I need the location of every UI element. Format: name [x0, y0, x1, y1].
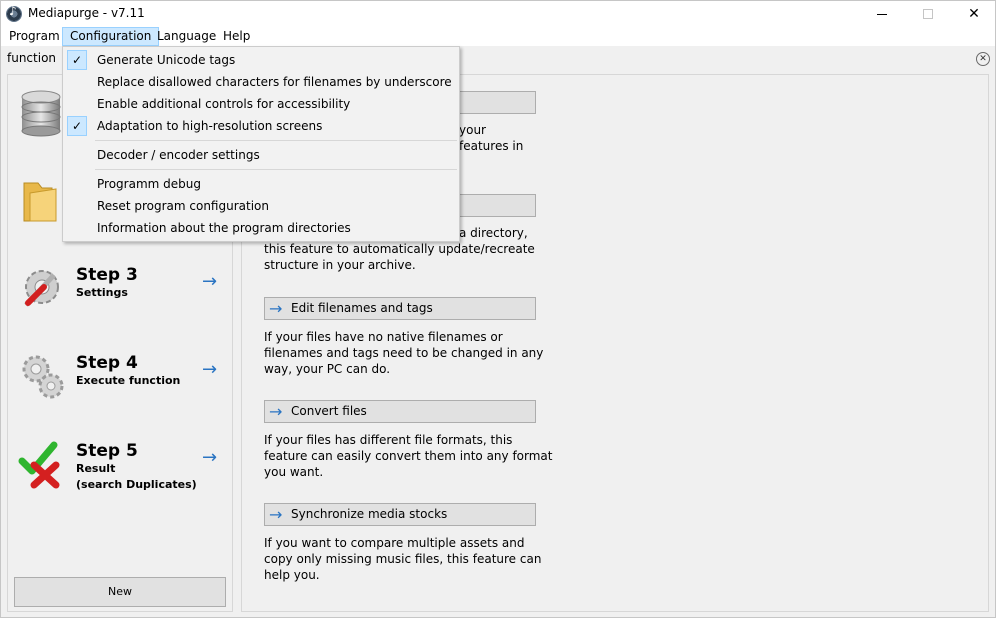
menu-separator — [95, 169, 457, 170]
edit-filenames-desc: If your files have no native filenames o… — [264, 330, 544, 376]
gears-icon — [22, 355, 64, 399]
step-3-title: Step 3 — [76, 265, 138, 285]
menu-enable-accessibility-controls[interactable]: Enable additional controls for accessibi… — [65, 93, 457, 115]
menu-generate-unicode-tags[interactable]: ✓ Generate Unicode tags — [65, 49, 457, 71]
close-icon: ✕ — [968, 6, 980, 22]
configuration-dropdown: ✓ Generate Unicode tags Replace disallow… — [62, 46, 460, 242]
feature-1-desc: your features in — [459, 123, 524, 153]
new-button[interactable]: New — [14, 577, 226, 607]
menu-replace-disallowed-chars[interactable]: Replace disallowed characters for filena… — [65, 71, 457, 93]
feature-2-desc: this feature to automatically update/rec… — [264, 242, 535, 272]
app-icon[interactable] — [6, 4, 22, 22]
menu-decoder-encoder-settings[interactable]: Decoder / encoder settings — [65, 144, 457, 166]
close-button[interactable]: ✕ — [951, 1, 995, 27]
edit-filenames-button[interactable]: → Edit filenames and tags — [264, 297, 536, 320]
step-4-arrow-icon[interactable]: → — [202, 359, 217, 380]
step-5-arrow-icon[interactable]: → — [202, 447, 217, 468]
checkmark-icon: ✓ — [67, 116, 87, 136]
folder-icon — [23, 182, 57, 222]
step-5-title: Step 5 — [76, 441, 138, 461]
arrow-right-icon: → — [269, 402, 283, 421]
title-bar: Mediapurge - v7.11 ✕ — [1, 1, 995, 27]
menu-configuration[interactable]: Configuration — [62, 27, 160, 46]
maximize-button[interactable] — [905, 1, 951, 27]
database-icon — [21, 90, 61, 137]
convert-files-button[interactable]: → Convert files — [264, 400, 536, 423]
function-tab-label[interactable]: function — [7, 51, 56, 65]
step-4-title: Step 4 — [76, 353, 138, 373]
menu-programm-debug[interactable]: Programm debug — [65, 173, 457, 195]
window-title: Mediapurge - v7.11 — [28, 6, 145, 20]
arrow-right-icon: → — [269, 299, 283, 318]
menu-help[interactable]: Help — [216, 27, 257, 46]
minimize-icon — [877, 13, 887, 15]
convert-files-desc: If your files has different file formats… — [264, 433, 553, 479]
arrow-right-icon: → — [269, 505, 283, 524]
synchronize-media-desc: If you want to compare multiple assets a… — [264, 536, 542, 582]
menu-reset-configuration[interactable]: Reset program configuration — [65, 195, 457, 217]
settings-tools-icon — [24, 270, 59, 307]
step-4[interactable]: Step 4 Execute function → — [18, 351, 228, 421]
step-5-subtitle: Result (search Duplicates) — [76, 462, 197, 491]
menu-program[interactable]: Program — [2, 27, 67, 46]
step-5[interactable]: Step 5 Result (search Duplicates) → — [18, 439, 228, 509]
menu-separator — [95, 140, 457, 141]
menu-bar: Program Configuration Language Help — [1, 27, 995, 46]
main-window: Mediapurge - v7.11 ✕ Program Configurati… — [0, 0, 996, 618]
maximize-icon — [923, 9, 933, 19]
feature-2-desc-head: a directory, — [459, 226, 528, 240]
step-3-subtitle: Settings — [76, 286, 128, 299]
minimize-button[interactable] — [859, 1, 905, 27]
close-panel-icon[interactable]: ✕ — [976, 52, 990, 66]
step-3[interactable]: Step 3 Settings → — [18, 263, 228, 333]
step-4-subtitle: Execute function — [76, 374, 181, 387]
step-3-arrow-icon[interactable]: → — [202, 271, 217, 292]
check-cross-icon — [18, 441, 60, 489]
menu-program-directories-info[interactable]: Information about the program directorie… — [65, 217, 457, 239]
synchronize-media-button[interactable]: → Synchronize media stocks — [264, 503, 536, 526]
checkmark-icon: ✓ — [67, 50, 87, 70]
menu-language[interactable]: Language — [150, 27, 223, 46]
menu-high-resolution-adaptation[interactable]: ✓ Adaptation to high-resolution screens — [65, 115, 457, 137]
